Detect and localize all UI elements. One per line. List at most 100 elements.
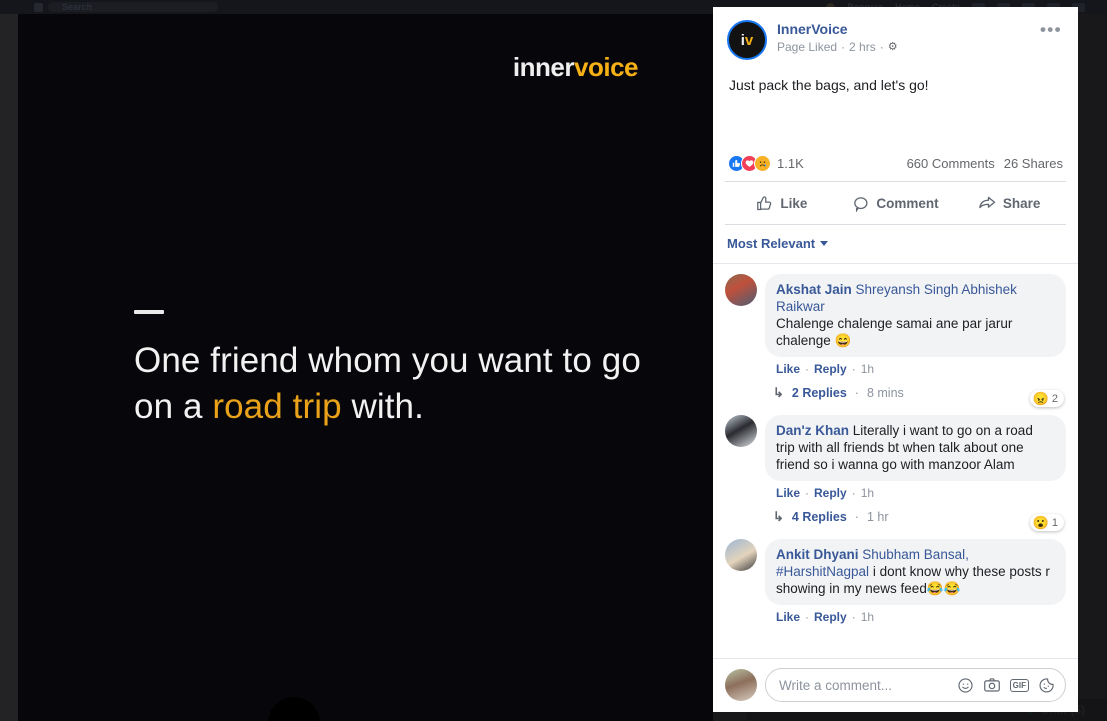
comment-body: Chalenge chalenge samai ane par jarur ch… — [776, 316, 1013, 348]
comment-item: Dan'z Khan Literally i want to go on a r… — [725, 415, 1066, 531]
post-more-options-button[interactable]: ••• — [1032, 20, 1064, 44]
avatar[interactable] — [725, 539, 757, 571]
shares-count[interactable]: 26 Shares — [1004, 156, 1063, 171]
comment-content: Akshat Jain Shreyansh Singh Abhishek Rai… — [765, 274, 1066, 407]
brand-second: voice — [574, 52, 639, 82]
reply-arrow-icon: ↳ — [773, 385, 784, 400]
comment-like-link[interactable]: Like — [776, 362, 800, 376]
chevron-down-icon — [820, 241, 829, 246]
replies-separator: · — [854, 386, 859, 400]
comment-sort-dropdown[interactable]: Most Relevant — [727, 236, 829, 251]
avatar[interactable] — [725, 415, 757, 447]
comment-button[interactable]: Comment — [839, 187, 953, 219]
page-root: Search Poorvaa Home Create Chat (5) inne… — [0, 0, 1107, 721]
post-action-bar: Like Comment Share — [725, 181, 1066, 225]
comment-bubble: Akshat Jain Shreyansh Singh Abhishek Rai… — [765, 274, 1066, 357]
replies-time: 8 mins — [866, 386, 904, 400]
comment-reaction-badge[interactable]: 😮 1 — [1029, 514, 1064, 531]
footer-separator-2: · — [851, 610, 856, 624]
comment-sort-row: Most Relevant — [713, 225, 1078, 263]
innervoice-logo: innervoice — [512, 52, 639, 83]
footer-separator: · — [805, 486, 810, 500]
search-input[interactable]: Search — [48, 2, 218, 12]
sticker-icon[interactable] — [1038, 677, 1055, 694]
post-meta: Page Liked · 2 hrs · ⚙ — [777, 39, 1032, 55]
gif-icon[interactable]: GIF — [1009, 678, 1029, 692]
comment-like-link[interactable]: Like — [776, 610, 800, 624]
current-user-avatar[interactable] — [725, 669, 757, 701]
comment-content: Dan'z Khan Literally i want to go on a r… — [765, 415, 1066, 531]
angry-reaction-icon: 😠 — [1032, 391, 1049, 406]
like-button-label: Like — [780, 195, 808, 211]
comment-footer: Like · Reply · 1h — [765, 357, 1066, 376]
wow-reaction-icon: 😮 — [1032, 515, 1049, 530]
comment-time: 1h — [860, 362, 875, 376]
comment-reaction-badge[interactable]: 😠 2 — [1029, 390, 1064, 407]
comment-item: Ankit Dhyani Shubham Bansal, #HarshitNag… — [725, 539, 1066, 624]
comment-reaction-count: 1 — [1051, 516, 1058, 529]
video-stage[interactable]: innervoice One friend whom you want to g… — [18, 14, 713, 721]
reaction-count[interactable]: 1.1K — [777, 156, 804, 171]
composer-tools: GIF — [957, 676, 1055, 694]
replies-time: 1 hr — [866, 510, 889, 524]
comment-reply-link[interactable]: Reply — [814, 610, 847, 624]
post-timestamp[interactable]: 2 hrs — [849, 39, 876, 55]
meta-separator-1: · — [841, 40, 846, 54]
share-button-label: Share — [1002, 195, 1041, 211]
sad-reaction-icon — [754, 155, 771, 172]
video-play-button[interactable] — [268, 697, 320, 721]
comment-bubble: Ankit Dhyani Shubham Bansal, #HarshitNag… — [765, 539, 1066, 605]
smiley-icon[interactable] — [957, 677, 974, 694]
comment-like-link[interactable]: Like — [776, 486, 800, 500]
comment-sort-label: Most Relevant — [727, 236, 816, 251]
comments-count[interactable]: 660 Comments — [907, 156, 995, 171]
slide-line-2: on a road trip with. — [134, 384, 641, 430]
reaction-icons-group[interactable] — [728, 155, 771, 172]
replies-count-label[interactable]: 4 Replies — [792, 510, 847, 524]
view-replies-row[interactable]: ↳ 4 Replies · 1 hr — [765, 500, 1066, 525]
comment-author[interactable]: Ankit Dhyani — [776, 547, 859, 562]
share-button[interactable]: Share — [952, 187, 1066, 219]
comment-bubble: Dan'z Khan Literally i want to go on a r… — [765, 415, 1066, 481]
comment-input-placeholder: Write a comment... — [779, 677, 893, 693]
comment-composer: Write a comment... GIF — [713, 658, 1078, 712]
page-avatar[interactable]: iv — [727, 20, 767, 60]
replies-separator: · — [854, 510, 859, 524]
page-liked-label: Page Liked — [777, 40, 838, 54]
slide-line-2-post: with. — [341, 387, 424, 427]
comment-footer: Like · Reply · 1h — [765, 605, 1066, 624]
avatar-initial-second: v — [744, 31, 754, 49]
comment-time: 1h — [860, 486, 875, 500]
comment-content: Ankit Dhyani Shubham Bansal, #HarshitNag… — [765, 539, 1066, 624]
reply-arrow-icon: ↳ — [773, 509, 784, 524]
replies-count-label[interactable]: 2 Replies — [792, 386, 847, 400]
slide-line-2-highlight: road trip — [212, 387, 342, 427]
comment-input[interactable]: Write a comment... GIF — [765, 668, 1066, 702]
comment-author[interactable]: Dan'z Khan — [776, 423, 849, 438]
comment-button-label: Comment — [876, 195, 939, 211]
page-name-link[interactable]: InnerVoice — [777, 21, 1032, 38]
footer-separator-2: · — [851, 486, 856, 500]
nav-left-group: Search — [0, 2, 218, 12]
post-header-text: InnerVoice Page Liked · 2 hrs · ⚙ — [777, 20, 1032, 55]
comment-reply-link[interactable]: Reply — [814, 486, 847, 500]
gear-icon[interactable]: ⚙ — [888, 39, 898, 55]
footer-separator-2: · — [851, 362, 856, 376]
post-counts-row: 1.1K 660 Comments 26 Shares — [713, 155, 1078, 181]
search-placeholder: Search — [62, 2, 93, 12]
view-replies-row[interactable]: ↳ 2 Replies · 8 mins — [765, 376, 1066, 401]
camera-icon[interactable] — [983, 676, 1001, 694]
comment-time: 1h — [860, 610, 875, 624]
slide-line-1: One friend whom you want to go — [134, 341, 641, 380]
post-header: iv InnerVoice Page Liked · 2 hrs · ⚙ ••• — [713, 7, 1078, 60]
slide-dash-icon — [134, 310, 164, 314]
brand-first: inner — [512, 52, 575, 82]
facebook-logo-icon[interactable] — [34, 2, 43, 12]
avatar[interactable] — [725, 274, 757, 306]
slide-line-2-pre: on a — [134, 387, 213, 427]
comment-reply-link[interactable]: Reply — [814, 362, 847, 376]
post-comment-panel: iv InnerVoice Page Liked · 2 hrs · ⚙ •••… — [713, 7, 1078, 712]
like-button[interactable]: Like — [725, 187, 839, 219]
comment-author[interactable]: Akshat Jain — [776, 282, 852, 297]
comment-list: Akshat Jain Shreyansh Singh Abhishek Rai… — [713, 263, 1078, 658]
